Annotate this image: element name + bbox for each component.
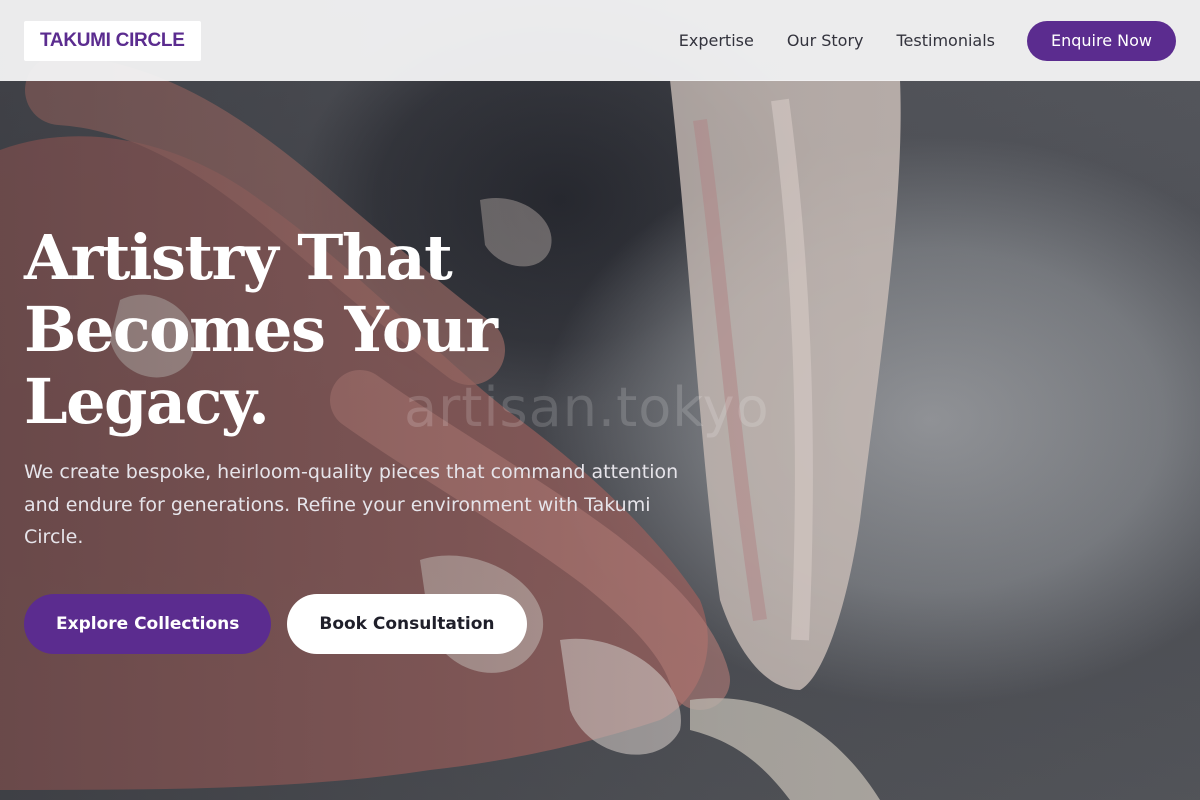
hero-title-line: Becomes Your <box>24 293 498 366</box>
hero-title: Artistry That Becomes Your Legacy. <box>24 222 724 438</box>
hero-section: Artistry That Becomes Your Legacy. We cr… <box>24 222 724 654</box>
site-header: TAKUMI CIRCLE Expertise Our Story Testim… <box>0 0 1200 81</box>
enquire-now-button[interactable]: Enquire Now <box>1027 20 1176 61</box>
hero-title-line: Artistry That <box>24 221 453 294</box>
site-logo[interactable]: TAKUMI CIRCLE <box>24 20 201 61</box>
nav-link-testimonials[interactable]: Testimonials <box>897 31 996 50</box>
explore-collections-button[interactable]: Explore Collections <box>24 593 272 654</box>
nav-link-expertise[interactable]: Expertise <box>679 31 754 50</box>
main-nav: Expertise Our Story Testimonials Enquire… <box>679 20 1176 61</box>
book-consultation-button[interactable]: Book Consultation <box>287 593 527 654</box>
nav-link-our-story[interactable]: Our Story <box>787 31 864 50</box>
hero-subtitle: We create bespoke, heirloom-quality piec… <box>24 461 679 548</box>
hero-title-line: Legacy. <box>24 365 270 438</box>
hero-actions: Explore Collections Book Consultation <box>24 593 724 654</box>
